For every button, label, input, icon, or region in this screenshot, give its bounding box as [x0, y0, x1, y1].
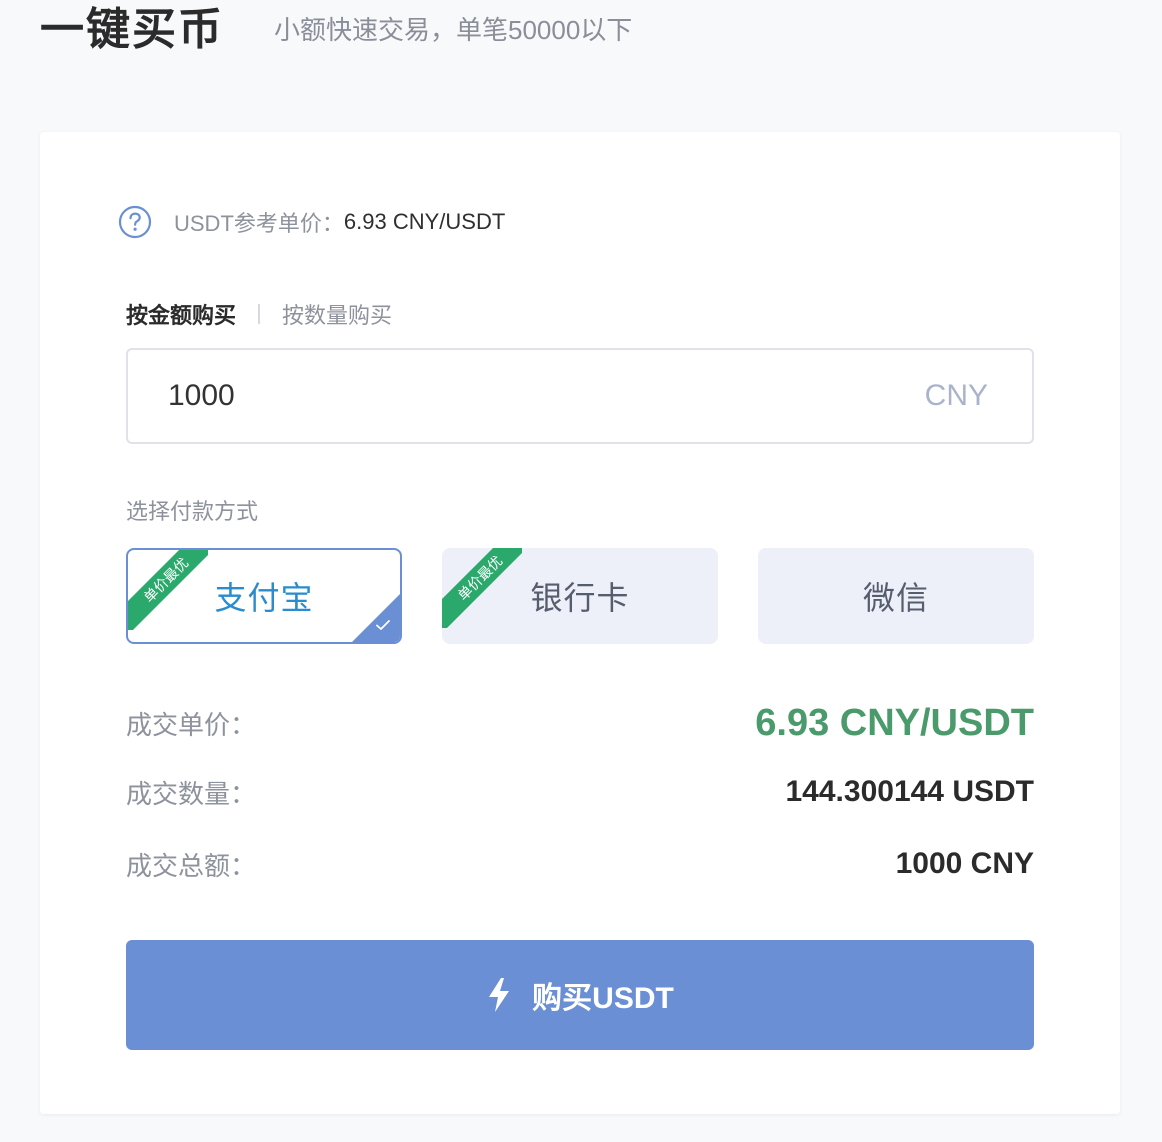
page: 一键买币 小额快速交易，单笔50000以下 USDT参考单价： 6.93 CNY… — [0, 0, 1162, 1142]
best-price-ribbon-text: 单价最优 — [454, 552, 506, 604]
summary-quantity-value: 144.300144 USDT — [785, 775, 1035, 808]
payment-option-bank-card[interactable]: 单价最优 银行卡 — [442, 548, 718, 644]
purchase-mode-tabs: 按金额购买 按数量购买 — [126, 296, 392, 332]
amount-input[interactable]: 1000 CNY — [126, 348, 1034, 444]
buy-card: USDT参考单价： 6.93 CNY/USDT 按金额购买 按数量购买 1000… — [40, 132, 1120, 1114]
summary-price-label: 成交单价： — [126, 709, 257, 740]
buy-usdt-button[interactable]: 购买USDT — [126, 940, 1034, 1050]
buy-usdt-label: 购买USDT — [532, 982, 674, 1015]
summary-price-value: 6.93 CNY/USDT — [755, 701, 1034, 744]
reference-price-row: USDT参考单价： 6.93 CNY/USDT — [118, 204, 505, 240]
payment-method-label: 选择付款方式 — [126, 499, 259, 524]
page-title: 一键买币 — [40, 5, 224, 54]
amount-value[interactable]: 1000 — [168, 379, 235, 413]
best-price-ribbon: 单价最优 — [442, 548, 522, 628]
payment-option-label: 银行卡 — [530, 580, 630, 616]
best-price-ribbon: 单价最优 — [128, 550, 208, 630]
reference-price-label: USDT参考单价： — [174, 211, 344, 236]
best-price-ribbon-text: 单价最优 — [140, 554, 192, 606]
page-subtitle: 小额快速交易，单笔50000以下 — [274, 15, 633, 45]
question-circle-icon[interactable] — [118, 205, 152, 239]
payment-option-alipay[interactable]: 单价最优 支付宝 — [126, 548, 402, 644]
reference-price-value: 6.93 CNY/USDT — [343, 209, 506, 234]
payment-option-label: 支付宝 — [214, 580, 314, 616]
lightning-icon — [486, 977, 512, 1013]
tab-divider — [258, 304, 261, 324]
payment-options: 单价最优 支付宝 单价最优 银行卡 微信 — [126, 548, 1034, 644]
check-icon — [374, 616, 392, 634]
summary-price-row: 成交单价： 6.93 CNY/USDT — [126, 698, 1034, 748]
tab-by-amount[interactable]: 按金额购买 — [126, 298, 236, 330]
summary-quantity-label: 成交数量： — [126, 778, 257, 809]
payment-option-label: 微信 — [862, 580, 929, 616]
summary-total-value: 1000 CNY — [895, 847, 1034, 880]
page-header: 一键买币 小额快速交易，单笔50000以下 — [40, 0, 632, 60]
amount-unit: CNY — [924, 379, 988, 412]
payment-option-wechat[interactable]: 微信 — [758, 548, 1034, 644]
summary-total-label: 成交总额： — [126, 850, 257, 881]
summary-quantity-row: 成交数量： 144.300144 USDT — [126, 772, 1034, 812]
tab-by-quantity[interactable]: 按数量购买 — [282, 298, 392, 330]
summary-total-row: 成交总额： 1000 CNY — [126, 844, 1034, 884]
